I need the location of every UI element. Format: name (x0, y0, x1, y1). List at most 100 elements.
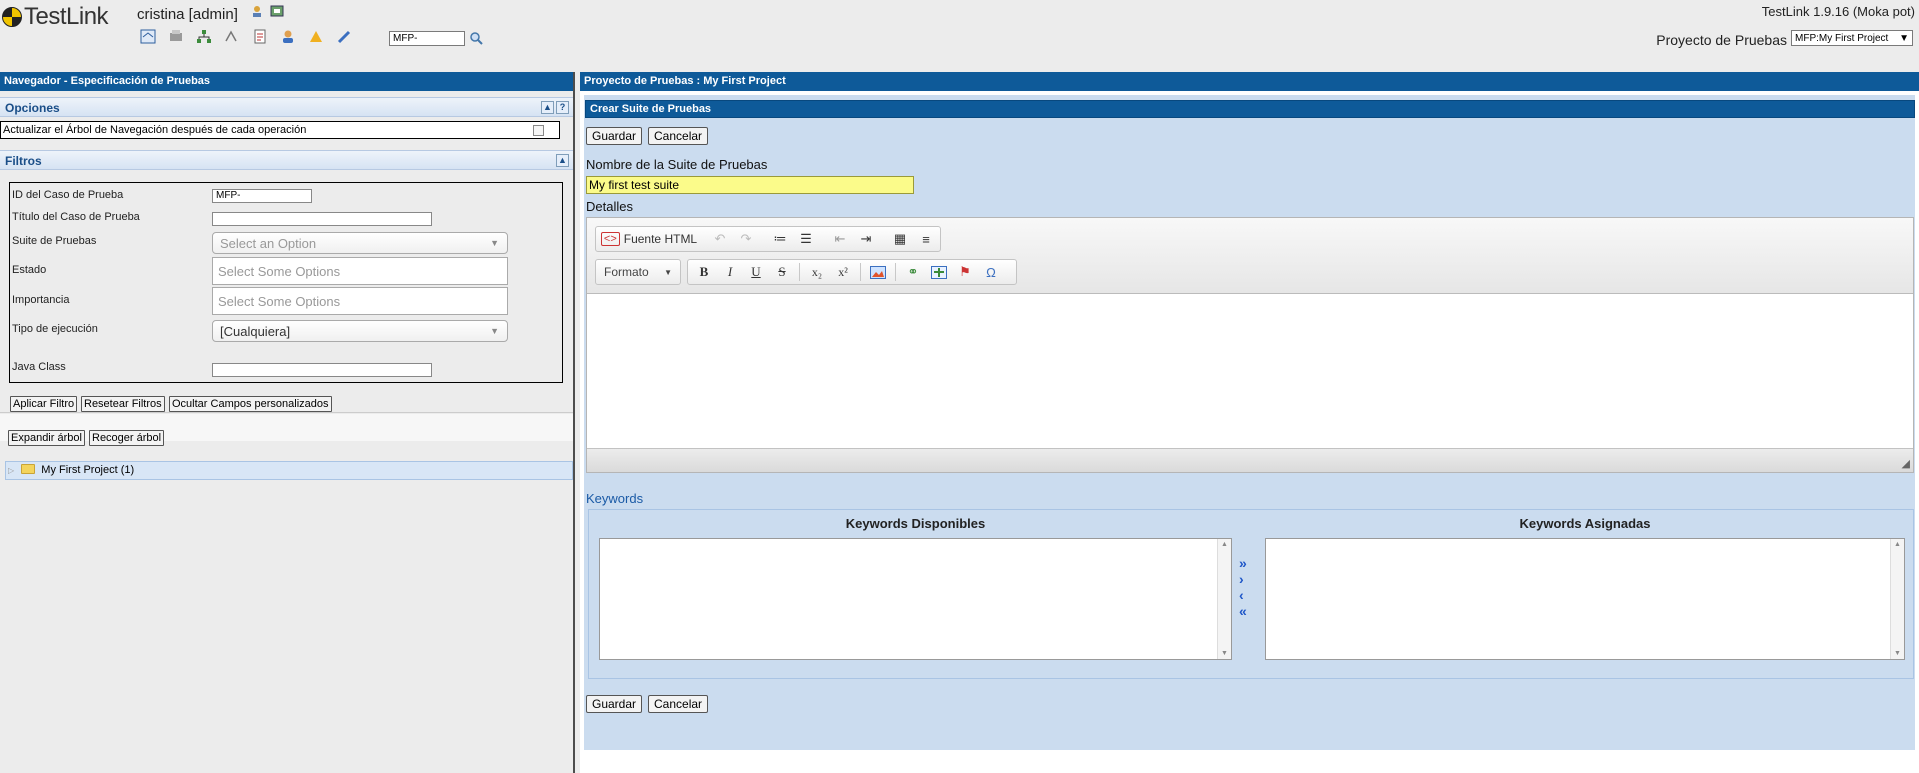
importance-placeholder: Select Some Options (218, 294, 341, 309)
cancel-button[interactable]: Cancelar (648, 127, 709, 145)
logout-icon[interactable] (270, 4, 284, 18)
status-multiselect[interactable]: Select Some Options (212, 257, 508, 285)
available-keywords-list[interactable]: ▲ ▼ (599, 538, 1232, 660)
options-section-header: Opciones ▲ ? (0, 97, 573, 117)
home-icon[interactable] (139, 28, 157, 45)
search-icon[interactable] (469, 31, 484, 46)
details-label: Detalles (586, 199, 633, 214)
tree-node-label: My First Project (1) (41, 464, 135, 476)
suite-label: Suite de Pruebas (12, 235, 97, 247)
divider (0, 412, 573, 413)
tc-id-label: ID del Caso de Prueba (12, 189, 124, 201)
quick-search-input[interactable] (389, 31, 465, 46)
expand-tree-button[interactable]: Expandir árbol (8, 430, 85, 446)
remove-keyword-icon[interactable]: ‹ (1239, 588, 1255, 602)
source-icon: <> (600, 232, 620, 246)
help-button[interactable]: ? (556, 101, 569, 114)
filters-heading: Filtros (5, 154, 42, 168)
italic-icon[interactable]: I (718, 262, 742, 282)
strike-icon[interactable]: S (770, 262, 794, 282)
project-label: Proyecto de Pruebas (1656, 32, 1787, 48)
testlink-logo[interactable]: TestLink (2, 3, 109, 30)
outdent-icon[interactable]: ⇤ (828, 229, 852, 249)
horizontal-rule-icon[interactable]: ≡ (914, 229, 938, 249)
user-icons (250, 4, 284, 18)
suite-name-label: Nombre de la Suite de Pruebas (586, 157, 768, 172)
version-text: TestLink 1.9.16 (Moka pot) (1761, 4, 1915, 19)
tree-node-project[interactable]: ▷ My First Project (1) (5, 461, 573, 480)
refresh-tree-option: Actualizar el Árbol de Navegación despué… (0, 121, 560, 139)
apply-filter-button[interactable]: Aplicar Filtro (10, 396, 78, 412)
expand-arrow-icon[interactable]: ▷ (8, 466, 14, 475)
tree-buttons-bar (0, 414, 573, 441)
exec-type-select[interactable]: [Cualquiera] ▼ (212, 320, 508, 342)
add-all-keywords-icon[interactable]: » (1239, 556, 1255, 570)
tc-title-input[interactable] (212, 212, 432, 226)
tc-title-label: Título del Caso de Prueba (12, 211, 140, 223)
tc-id-input[interactable]: MFP- (212, 189, 312, 203)
remove-all-keywords-icon[interactable]: « (1239, 604, 1255, 618)
edit-profile-icon[interactable] (250, 4, 264, 18)
editor-toolbar-row2: B I U S x₂ x² ⚭ ⚑ Ω (687, 259, 1017, 285)
importance-label: Importancia (12, 294, 70, 306)
reports-icon[interactable] (251, 28, 269, 45)
assigned-keywords-title: Keywords Asignadas (1519, 516, 1651, 531)
java-class-label: Java Class (12, 361, 66, 373)
save-button[interactable]: Guardar (586, 127, 643, 145)
save-button-bottom[interactable]: Guardar (586, 695, 643, 713)
suite-name-input[interactable]: My first test suite (586, 176, 914, 194)
separator (860, 263, 861, 281)
test-execution-icon[interactable] (223, 28, 241, 45)
project-select[interactable]: MFP:My First Project ▼ (1791, 30, 1913, 46)
scrollbar[interactable]: ▲ ▼ (1890, 539, 1904, 659)
special-char-icon[interactable]: Ω (979, 262, 1003, 282)
anchor-flag-icon[interactable]: ⚑ (953, 262, 977, 282)
collapse-tree-button[interactable]: Recoger árbol (89, 430, 165, 446)
editor-content-area[interactable] (587, 294, 1913, 448)
format-label: Formato (604, 265, 649, 279)
link-icon[interactable]: ⚭ (901, 262, 925, 282)
indent-icon[interactable]: ⇥ (854, 229, 878, 249)
resize-handle-icon[interactable]: ◢ (1902, 457, 1910, 470)
java-class-input[interactable] (212, 363, 432, 377)
redo-icon[interactable]: ↷ (734, 229, 758, 249)
bulleted-list-icon[interactable]: ☰ (794, 229, 818, 249)
events-icon[interactable] (307, 28, 325, 45)
settings-icon[interactable] (335, 28, 353, 45)
add-keyword-icon[interactable]: › (1239, 572, 1255, 586)
requirements-icon[interactable] (167, 28, 185, 45)
cancel-button-bottom[interactable]: Cancelar (648, 695, 709, 713)
underline-icon[interactable]: U (744, 262, 768, 282)
numbered-list-icon[interactable]: ≔ (768, 229, 792, 249)
insert-image-icon[interactable] (927, 262, 951, 282)
source-html-label: Fuente HTML (623, 232, 698, 246)
refresh-tree-checkbox[interactable] (533, 125, 544, 136)
assigned-keywords-list[interactable]: ▲ ▼ (1265, 538, 1905, 660)
options-collapse-button[interactable]: ▲ (541, 101, 554, 114)
top-header: TestLink cristina [admin] TestLink 1.9.1… (0, 0, 1919, 58)
reset-filters-button[interactable]: Resetear Filtros (81, 396, 165, 412)
hide-custom-fields-button[interactable]: Ocultar Campos personalizados (169, 396, 332, 412)
filters-collapse-button[interactable]: ▲ (556, 154, 569, 167)
image-icon[interactable] (866, 262, 890, 282)
superscript-icon[interactable]: x² (831, 262, 855, 282)
test-specification-icon[interactable] (195, 28, 213, 45)
format-dropdown[interactable]: Formato ▼ (595, 259, 681, 285)
table-icon[interactable]: ▦ (888, 229, 912, 249)
chevron-down-icon: ▼ (490, 238, 499, 248)
users-icon[interactable] (279, 28, 297, 45)
bold-icon[interactable]: B (692, 262, 716, 282)
suite-select[interactable]: Select an Option ▼ (212, 232, 508, 254)
scrollbar[interactable]: ▲ ▼ (1217, 539, 1231, 659)
undo-icon[interactable]: ↶ (708, 229, 732, 249)
exec-type-value: [Cualquiera] (220, 324, 291, 339)
suite-form: Crear Suite de Pruebas Guardar Cancelar … (584, 95, 1915, 750)
rich-text-editor: <> Fuente HTML ↶ ↷ ≔ ☰ ⇤ ⇥ ▦ ≡ Formato ▼… (586, 217, 1914, 473)
content-title: Proyecto de Pruebas : My First Project (580, 72, 1919, 91)
filters-box: ID del Caso de Prueba MFP- Título del Ca… (9, 182, 563, 383)
source-html-button[interactable]: <> Fuente HTML (600, 229, 698, 249)
available-keywords-title: Keywords Disponibles (845, 516, 986, 531)
importance-multiselect[interactable]: Select Some Options (212, 287, 508, 315)
separator (799, 263, 800, 281)
subscript-icon[interactable]: x₂ (805, 262, 829, 282)
